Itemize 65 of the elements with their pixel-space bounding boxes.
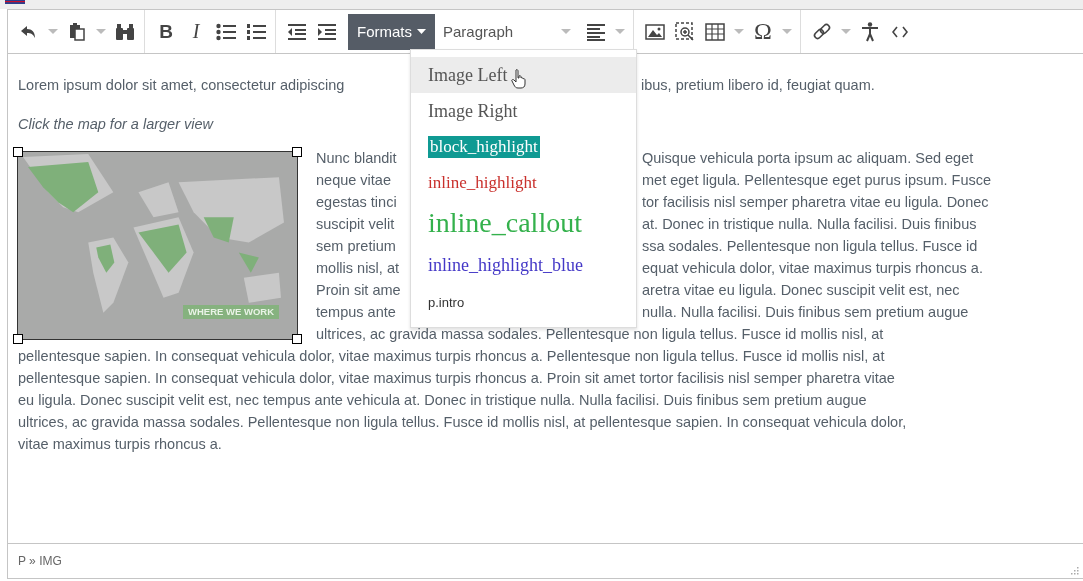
caret-icon [417, 29, 426, 34]
body-text: Lorem ipsum dolor sit amet, consectetur adipiscing [18, 76, 346, 95]
link-icon [812, 21, 832, 42]
caret-icon [48, 28, 58, 35]
map-label: WHERE WE WORK [182, 305, 279, 319]
menu-item[interactable]: inline_highlight [411, 165, 636, 201]
body-text: ultrices, ac gravida massa sodales. Pellentesque non ligula tellus. Fusce id mollis nisl, at [316, 326, 884, 342]
resize-grip-icon[interactable] [1069, 565, 1079, 575]
body-text: pellentesque sapien. In consequat vehicula dolor, vitae maximus turpis rhoncus a. Proin sit amet tortor facilisis nisl semper pharetra vitae [18, 370, 895, 386]
accessibility-icon [861, 21, 879, 42]
body-text: ibus, pretium libero id, feugiat quam. [641, 76, 876, 95]
resize-handle[interactable] [292, 334, 302, 344]
body-text: ultrices, ac gravida massa sodales. Pellentesque non ligula tellus. Fusce id mollis nisl, at pellentesque sapien. In consequat vehicula dolor, [18, 414, 907, 430]
hand-cursor-icon [511, 69, 527, 89]
map-caption: Click the map for a larger view [18, 115, 215, 134]
code-icon [892, 25, 908, 38]
resize-handle[interactable] [13, 334, 23, 344]
body-text: met eget ligula. Pellentesque eget purus ipsum. Fusce [642, 171, 991, 190]
body-text: Nunc blandit [316, 149, 398, 168]
caret-icon [782, 28, 792, 35]
menu-item[interactable]: inline_highlight_blue [411, 245, 636, 285]
image-icon [645, 23, 665, 40]
body-text: ssa sodales. Pellentesque non ligula tellus. Fusce id [642, 237, 979, 256]
body-text: at. Donec in tristique nulla. Nulla facilisi. Duis finibus [642, 215, 978, 234]
body-text: tor facilisis nisl semper pharetra vitae eu ligula. Donec [642, 193, 990, 212]
caret-icon [561, 28, 571, 35]
menu-item[interactable]: p.intro [411, 285, 636, 321]
bold-button[interactable]: B [151, 14, 181, 49]
body-text: aretra vitae eu ligula. Donec suscipit velit est, nec [642, 281, 961, 300]
caret-icon [96, 28, 106, 35]
body-text: suscipit velit [316, 215, 396, 234]
body-text: sem pretium [316, 237, 397, 256]
resize-handle[interactable] [292, 147, 302, 157]
flag-icon [5, 0, 25, 4]
body-text: eu ligula. Donec suscipit velit est, nec tempus ante vehicula at. Donec in tristique nulla. Nulla facilisi. Duis finibus sem pretium augue [18, 392, 867, 408]
binoculars-icon [115, 22, 135, 41]
body-text: pellentesque sapien. In consequat vehicula dolor, vitae maximus turpis rhoncus a. Pellentesque non ligula tellus. Fusce id mollis nisl, at [18, 348, 885, 364]
body-text: tempus ante [316, 303, 397, 322]
resize-handle[interactable] [13, 147, 23, 157]
body-text: Quisque vehicula porta ipsum ac aliquam. Sed eget [642, 149, 975, 168]
indent-icon [317, 22, 337, 41]
align-left-icon [586, 22, 606, 41]
menu-item[interactable]: Image Left [411, 57, 636, 93]
body-text: nulla. Nulla facilisi. Duis finibus sem pretium augue [642, 303, 970, 322]
body-text: vitae maximus turpis rhoncus a. [18, 436, 222, 452]
bullet-list-icon [216, 22, 236, 41]
italic-button[interactable]: I [181, 14, 211, 49]
outdent-icon [287, 22, 307, 41]
body-text: mollis nisl, at [316, 259, 400, 278]
numbered-list-icon [246, 22, 266, 41]
caret-icon [615, 28, 625, 35]
menu-item[interactable]: Image Right [411, 93, 636, 129]
body-text: neque vitae [316, 171, 392, 190]
formats-button[interactable]: Formats [348, 13, 435, 50]
clipboard-icon [69, 22, 85, 41]
element-path: P » IMG [18, 554, 62, 568]
table-icon [705, 22, 725, 41]
body-text: Proin sit ame [316, 281, 402, 300]
zoom-in-icon [675, 21, 695, 42]
block-format-select[interactable]: Paragraph [435, 13, 581, 50]
caret-icon [841, 28, 851, 35]
caret-icon [734, 28, 744, 35]
body-text: equat vehicula dolor, vitae maximus turpis rhoncus a. [642, 259, 984, 278]
special-character-button[interactable]: Ω [748, 14, 778, 49]
body-text: egestas tinci [316, 193, 398, 212]
